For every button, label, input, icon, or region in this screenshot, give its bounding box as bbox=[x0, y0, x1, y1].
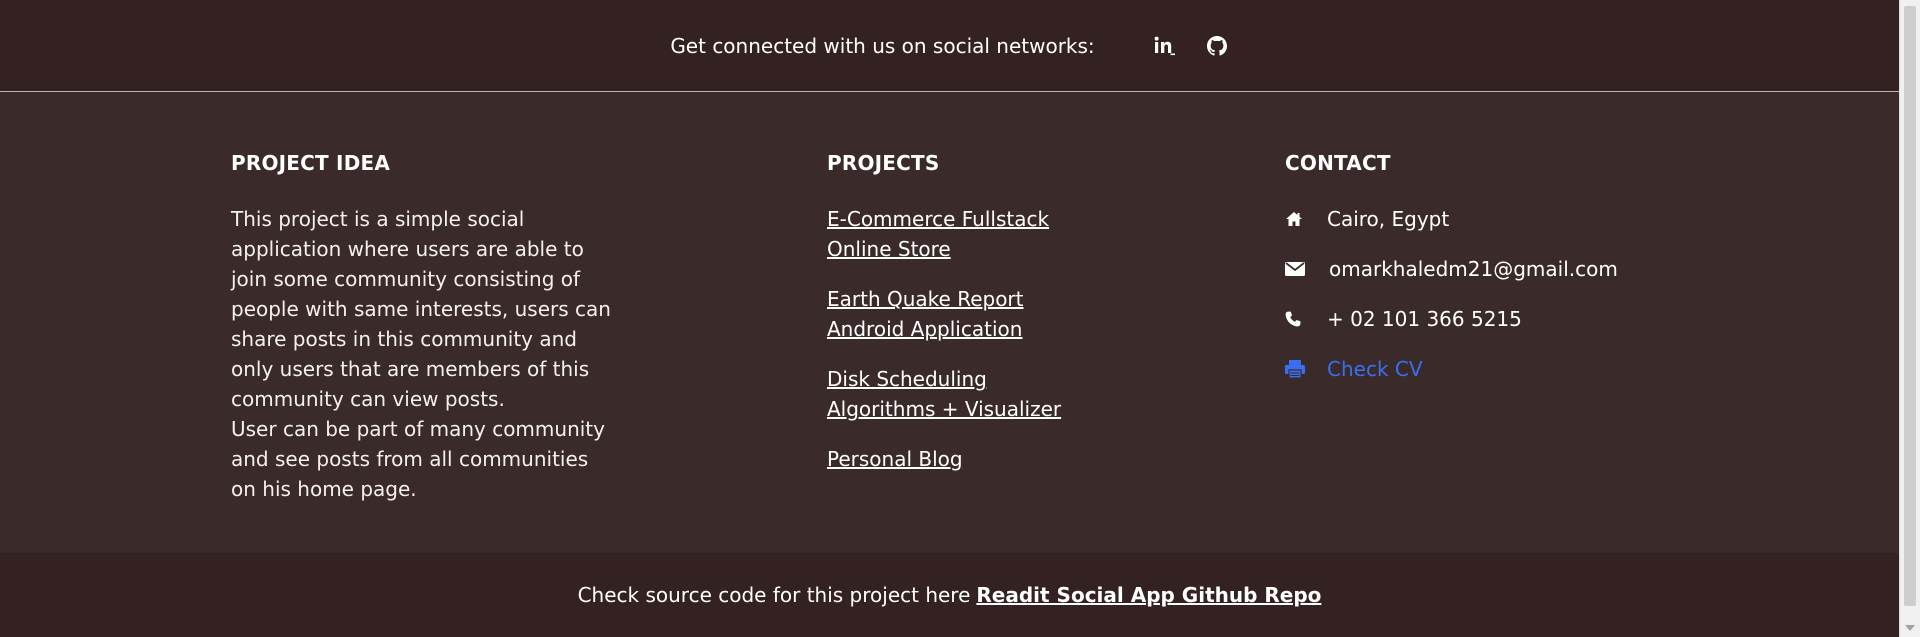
check-cv-link[interactable]: Check CV bbox=[1327, 357, 1423, 381]
scrollbar[interactable] bbox=[1899, 0, 1920, 637]
page: Get connected with us on social networks… bbox=[0, 0, 1920, 637]
contact-section: CONTACT Cairo, Egypt omarkhaledm21@gmail… bbox=[1285, 151, 1705, 404]
contact-phone: + 02 101 366 5215 bbox=[1285, 304, 1705, 334]
project-link-line: Disk Scheduling bbox=[827, 367, 987, 391]
project-link-line: Online Store bbox=[827, 237, 951, 261]
project-idea-description: This project is a simple social applicat… bbox=[231, 204, 611, 504]
github-icon[interactable] bbox=[1205, 34, 1229, 58]
print-icon bbox=[1285, 359, 1305, 379]
github-repo-link[interactable]: Readit Social App Github Repo bbox=[976, 583, 1321, 607]
home-icon bbox=[1285, 209, 1305, 229]
bottom-bar: Check source code for this project here … bbox=[0, 553, 1899, 637]
source-code-text: Check source code for this project here bbox=[577, 583, 971, 607]
projects-section: PROJECTS E-Commerce Fullstack Online Sto… bbox=[827, 151, 1087, 494]
phone-text: + 02 101 366 5215 bbox=[1327, 307, 1522, 331]
address-text: Cairo, Egypt bbox=[1327, 207, 1450, 231]
project-link-line: Earth Quake Report bbox=[827, 287, 1024, 311]
scrollbar-thumb[interactable] bbox=[1904, 6, 1916, 606]
project-link-line: Algorithms + Visualizer bbox=[827, 397, 1062, 421]
contact-title: CONTACT bbox=[1285, 151, 1391, 175]
project-idea-text: This project is a simple social applicat… bbox=[231, 207, 611, 411]
email-text: omarkhaledm21@gmail.com bbox=[1329, 257, 1618, 281]
project-link-earthquake[interactable]: Earth Quake Report Android Application bbox=[827, 284, 1087, 344]
social-text: Get connected with us on social networks… bbox=[670, 33, 1095, 58]
scroll-down-arrow-icon[interactable] bbox=[1905, 625, 1915, 631]
contact-cv[interactable]: Check CV bbox=[1285, 354, 1705, 384]
projects-title: PROJECTS bbox=[827, 151, 940, 175]
phone-icon bbox=[1285, 309, 1305, 329]
project-idea-title: PROJECT IDEA bbox=[231, 151, 391, 175]
project-link-line: Personal Blog bbox=[827, 447, 963, 471]
contact-address: Cairo, Egypt bbox=[1285, 204, 1705, 234]
project-link-personal-blog[interactable]: Personal Blog bbox=[827, 444, 1087, 474]
social-icons bbox=[1153, 34, 1229, 58]
linkedin-icon[interactable] bbox=[1153, 34, 1177, 58]
project-idea-text-2: User can be part of many community and s… bbox=[231, 417, 605, 501]
project-link-ecommerce[interactable]: E-Commerce Fullstack Online Store bbox=[827, 204, 1087, 264]
envelope-icon bbox=[1285, 259, 1305, 279]
project-idea-section: PROJECT IDEA This project is a simple so… bbox=[231, 151, 611, 504]
project-link-line: Android Application bbox=[827, 317, 1023, 341]
project-link-disk-scheduling[interactable]: Disk Scheduling Algorithms + Visualizer bbox=[827, 364, 1087, 424]
project-link-line: E-Commerce Fullstack bbox=[827, 207, 1050, 231]
footer-main: PROJECT IDEA This project is a simple so… bbox=[0, 93, 1899, 553]
social-bar: Get connected with us on social networks… bbox=[0, 0, 1899, 92]
contact-email: omarkhaledm21@gmail.com bbox=[1285, 254, 1705, 284]
